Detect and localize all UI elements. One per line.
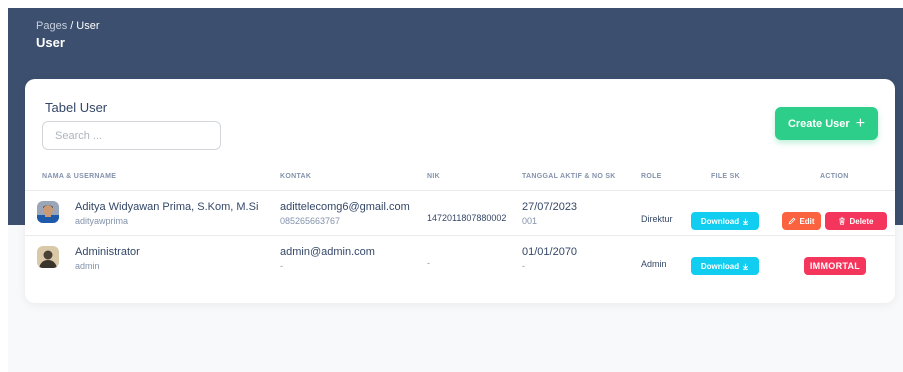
breadcrumb-pages[interactable]: Pages: [36, 20, 67, 32]
user-role: Admin: [641, 259, 667, 269]
avatar: [37, 246, 59, 268]
header-contact: KONTAK: [280, 173, 312, 180]
download-sk-button[interactable]: Download: [691, 257, 759, 275]
user-sk-number: -: [522, 261, 525, 271]
download-icon: [743, 218, 749, 225]
avatar: [37, 201, 59, 223]
header-file: FILE SK: [711, 173, 740, 180]
header-action: ACTION: [820, 173, 849, 180]
user-nik: -: [427, 258, 430, 268]
delete-user-button[interactable]: Delete: [825, 212, 887, 230]
plus-icon: +: [855, 114, 866, 132]
immortal-badge: IMMORTAL: [804, 257, 866, 275]
breadcrumb-separator: /: [70, 20, 74, 32]
page-title: User: [36, 35, 65, 50]
search-input[interactable]: [42, 121, 221, 150]
create-user-button[interactable]: Create User +: [775, 107, 878, 140]
edit-label: Edit: [799, 216, 815, 226]
card-title: Tabel User: [45, 100, 108, 115]
user-name: Aditya Widyawan Prima, S.Kom, M.Si: [75, 201, 259, 213]
header-role: ROLE: [641, 173, 662, 180]
row-divider: [25, 235, 895, 236]
breadcrumb-current: User: [76, 20, 100, 32]
user-table-card: Tabel User Create User + NAMA & USERNAME…: [25, 79, 895, 303]
download-label: Download: [700, 261, 740, 271]
header-date: TANGGAL AKTIF & NO SK: [522, 173, 616, 180]
user-active-date: 01/01/2070: [522, 246, 578, 258]
user-phone: -: [280, 261, 283, 271]
edit-user-button[interactable]: Edit: [782, 212, 821, 230]
breadcrumb: Pages / User: [36, 20, 100, 32]
user-sk-number: 001: [522, 216, 538, 226]
user-email: admin@admin.com: [280, 246, 375, 258]
download-label: Download: [700, 216, 740, 226]
delete-label: Delete: [849, 216, 874, 226]
page-frame: Pages/User User Tabel User Create User +…: [8, 8, 903, 372]
header-divider: [25, 190, 895, 191]
pencil-icon: [789, 217, 796, 225]
header-nik: NIK: [427, 173, 440, 180]
download-icon: [743, 263, 749, 270]
user-username: adityawprima: [75, 216, 129, 226]
download-sk-button[interactable]: Download: [691, 212, 759, 230]
user-nik: 1472011807880002: [427, 213, 507, 223]
user-active-date: 27/07/2023: [522, 201, 578, 213]
user-role: Direktur: [641, 214, 673, 224]
user-username: admin: [75, 261, 100, 271]
user-phone: 085265663767: [280, 216, 341, 226]
user-email: adittelecomg6@gmail.com: [280, 201, 410, 213]
header-name: NAMA & USERNAME: [42, 173, 117, 180]
create-user-label: Create User: [787, 117, 850, 130]
trash-icon: [839, 217, 846, 225]
user-name: Administrator: [75, 246, 140, 258]
